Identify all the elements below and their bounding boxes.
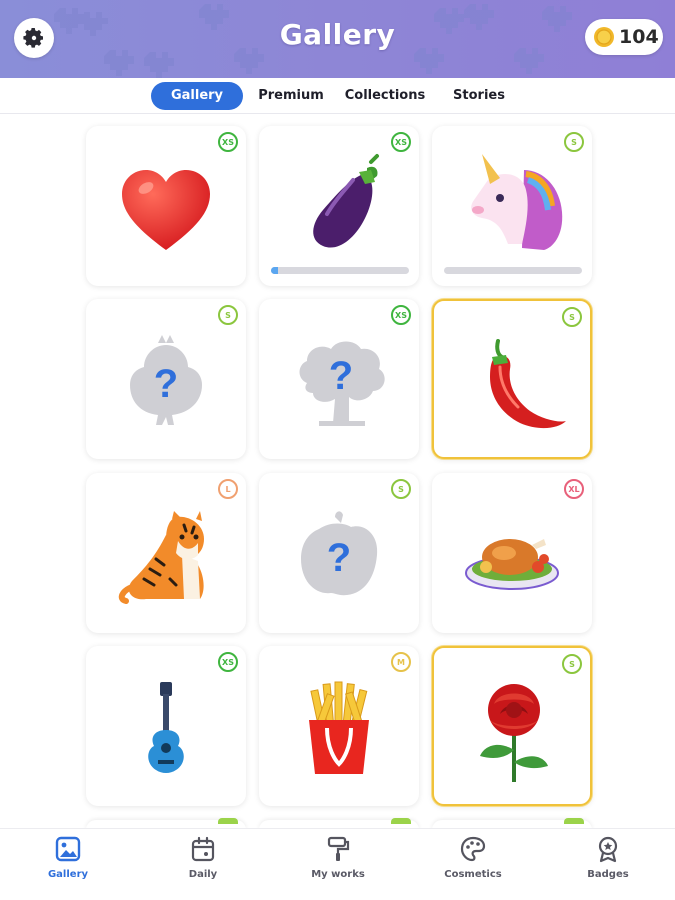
roast-chicken-icon	[465, 539, 559, 590]
tab-premium[interactable]: Premium	[252, 82, 330, 110]
gallery-card-roast-chicken[interactable]: XL	[432, 473, 592, 633]
eggplant-icon	[313, 154, 379, 248]
rose-icon	[480, 684, 548, 782]
gallery-card-unicorn[interactable]: S	[432, 126, 592, 286]
gallery-card-heart[interactable]: XS	[86, 126, 246, 286]
page-title: Gallery	[279, 18, 396, 51]
chili-pepper-icon	[490, 339, 566, 429]
progress-bar	[271, 267, 409, 274]
gallery-card-french-fries[interactable]: M	[259, 646, 419, 806]
svg-text:?: ?	[154, 362, 178, 406]
nav-cosmetics[interactable]: Cosmetics	[428, 835, 518, 895]
gallery-card-chili[interactable]: S	[432, 299, 592, 459]
mystery-tree-icon: ?	[299, 341, 385, 426]
coin-count: 104	[619, 26, 659, 48]
bottom-navigation: Gallery Daily My works Cosmetics Badges	[0, 828, 675, 900]
progress-bar	[444, 267, 582, 274]
nav-label: Cosmetics	[444, 869, 502, 880]
nav-label: Badges	[587, 869, 629, 880]
gallery-card-locked[interactable]: S ?	[86, 299, 246, 459]
heart-icon	[122, 170, 210, 250]
gallery-card-locked[interactable]: XS ?	[259, 299, 419, 459]
gallery-card-tiger[interactable]: L	[86, 473, 246, 633]
coin-balance[interactable]: 104	[585, 19, 663, 55]
nav-label: Daily	[188, 869, 218, 880]
mystery-chick-icon: ?	[130, 335, 202, 425]
gallery-card-rose[interactable]: S	[432, 646, 592, 806]
gallery-card-partial[interactable]	[432, 818, 592, 828]
gallery-card-partial[interactable]	[86, 818, 246, 828]
svg-text:?: ?	[327, 536, 351, 580]
tiger-icon	[118, 511, 204, 604]
nav-badges[interactable]: Badges	[563, 835, 653, 895]
tab-stories[interactable]: Stories	[445, 82, 513, 110]
nav-my-works[interactable]: My works	[293, 835, 383, 895]
unicorn-icon	[471, 154, 563, 250]
gallery-card-partial[interactable]	[259, 818, 419, 828]
gallery-grid: XS XS S S ? XS ? S L S ? XL XS M S	[0, 114, 675, 828]
tab-collections[interactable]: Collections	[340, 82, 430, 110]
ukulele-icon	[148, 682, 184, 773]
badge-medal-icon	[598, 836, 618, 863]
coin-icon	[594, 27, 614, 47]
gallery-card-ukulele[interactable]: XS	[86, 646, 246, 806]
gallery-card-eggplant[interactable]: XS	[259, 126, 419, 286]
gallery-card-locked[interactable]: S ?	[259, 473, 419, 633]
mystery-pepper-icon: ?	[301, 511, 378, 596]
french-fries-icon	[309, 681, 369, 774]
nav-gallery[interactable]: Gallery	[23, 835, 113, 895]
calendar-icon	[191, 836, 215, 862]
app-header: Gallery 104	[0, 0, 675, 78]
paint-roller-icon	[327, 836, 350, 861]
tab-gallery[interactable]: Gallery	[151, 82, 243, 110]
palette-icon	[460, 836, 486, 862]
nav-label: Gallery	[47, 869, 89, 880]
nav-label: My works	[311, 869, 365, 880]
category-tabs: Gallery Premium Collections Stories	[0, 78, 675, 114]
gallery-image-icon	[55, 836, 81, 862]
nav-daily[interactable]: Daily	[158, 835, 248, 895]
svg-text:?: ?	[329, 354, 353, 398]
